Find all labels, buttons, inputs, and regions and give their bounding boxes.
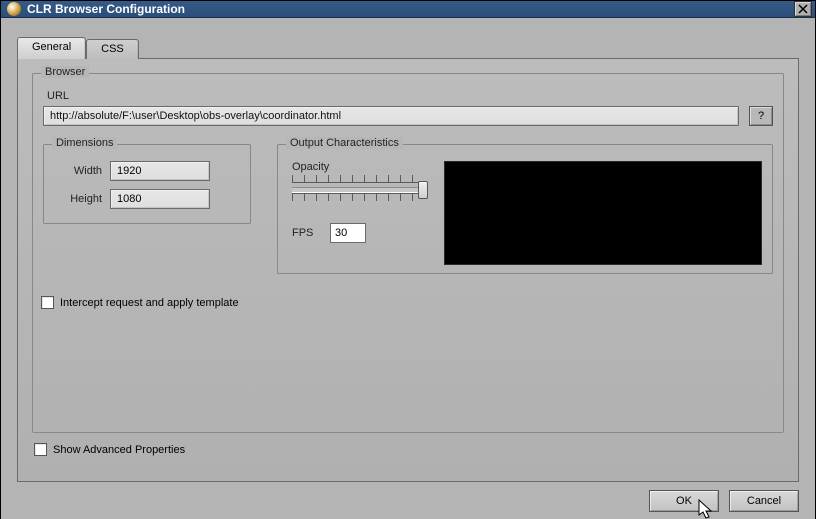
tab-general[interactable]: General (17, 37, 86, 59)
url-help-button[interactable]: ? (749, 106, 773, 126)
height-label: Height (54, 193, 102, 205)
group-output: Output Characteristics Opacity (277, 144, 773, 274)
titlebar: CLR Browser Configuration (1, 1, 815, 18)
advanced-checkbox[interactable] (34, 443, 47, 456)
group-browser: Browser URL ? Dimensions Width Heigh (32, 73, 784, 433)
tab-css[interactable]: CSS (86, 39, 139, 59)
ok-button[interactable]: OK (649, 490, 719, 512)
group-output-legend: Output Characteristics (286, 137, 403, 149)
url-row: ? (43, 106, 773, 126)
url-label: URL (47, 90, 773, 102)
slider-ticks-top (292, 175, 424, 183)
output-preview (444, 161, 762, 265)
height-input[interactable] (110, 189, 210, 209)
window-title: CLR Browser Configuration (27, 2, 794, 16)
advanced-row: Show Advanced Properties (34, 443, 784, 456)
width-input[interactable] (110, 161, 210, 181)
width-row: Width (54, 161, 240, 181)
slider-thumb[interactable] (418, 181, 428, 199)
close-button[interactable] (794, 1, 812, 17)
output-inner: Opacity FPS (288, 161, 762, 265)
intercept-label: Intercept request and apply template (60, 297, 239, 309)
window: CLR Browser Configuration General CSS Br… (0, 0, 816, 519)
group-browser-legend: Browser (41, 66, 89, 78)
opacity-column: Opacity FPS (288, 161, 428, 243)
intercept-row: Intercept request and apply template (41, 296, 773, 309)
advanced-label: Show Advanced Properties (53, 444, 185, 456)
dialog-buttons: OK Cancel (17, 490, 799, 512)
slider-ticks-bottom (292, 193, 424, 201)
client-area: General CSS Browser URL ? Dimensions (1, 18, 815, 519)
slider-track (292, 187, 424, 193)
opacity-slider[interactable] (288, 175, 428, 209)
group-dimensions-legend: Dimensions (52, 137, 117, 149)
fps-label: FPS (292, 227, 330, 239)
panels: Dimensions Width Height Output Character… (43, 144, 773, 274)
group-dimensions: Dimensions Width Height (43, 144, 251, 224)
width-label: Width (54, 165, 102, 177)
tabstrip: General CSS (17, 36, 799, 58)
tab-label: CSS (101, 43, 124, 55)
tab-page-general: Browser URL ? Dimensions Width Heigh (17, 58, 799, 482)
fps-input[interactable] (330, 223, 366, 243)
height-row: Height (54, 189, 240, 209)
close-icon (798, 4, 808, 14)
intercept-checkbox[interactable] (41, 296, 54, 309)
opacity-label: Opacity (292, 161, 428, 173)
app-logo-icon (7, 2, 21, 16)
tab-label: General (32, 41, 71, 53)
url-input[interactable] (43, 106, 739, 126)
fps-row: FPS (288, 223, 428, 243)
cancel-button[interactable]: Cancel (729, 490, 799, 512)
